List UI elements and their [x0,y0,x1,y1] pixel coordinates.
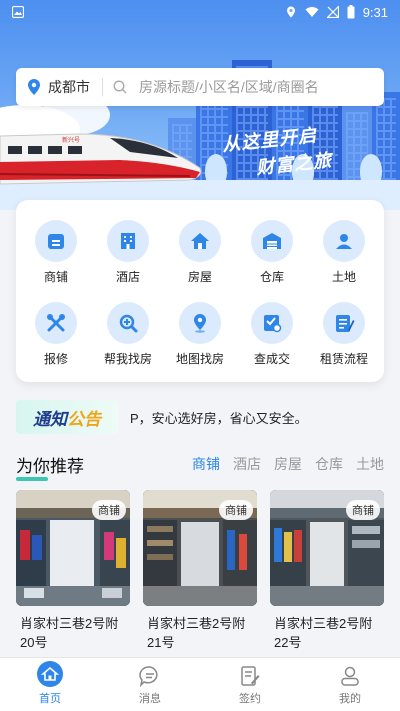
repair-icon [47,314,65,332]
signal-icon [326,6,339,18]
notice-tag-part1: 通知 [33,409,67,429]
house-icon [191,233,209,249]
listing-photo: 商铺 [16,490,130,606]
search-divider [102,78,103,96]
category-grid: 商铺 酒店 房屋 仓库 土地 报修 帮我找房 地图找房 查成交 租赁流程 [16,200,384,382]
category-lease-process[interactable]: 租赁流程 [308,302,380,367]
recommend-tabs: 商铺 酒店 房屋 仓库 土地 [192,454,384,474]
city-selector[interactable]: 成都市 [48,77,90,97]
category-shop[interactable]: 商铺 [20,220,92,285]
location-status-icon [286,6,295,18]
listing-title: 肖家村三巷2号附20号 [20,616,119,650]
category-label: 地图找房 [175,352,224,366]
listing-photo: 商铺 [270,490,384,606]
warehouse-icon [263,233,281,249]
listing-card[interactable]: 商铺 肖家村三巷2号附20号 [16,490,130,652]
train-illustration: 新兴号 [0,133,202,185]
notice-tag-part2: 公告 [67,409,101,429]
category-find-house[interactable]: 帮我找房 [92,302,164,367]
recommend-tab-warehouse[interactable]: 仓库 [315,454,343,474]
train-label: 新兴号 [62,136,80,144]
hotel-icon [121,233,135,249]
tab-label: 签约 [239,693,261,705]
category-label: 报修 [43,352,68,366]
deal-icon [264,315,282,333]
tab-sign[interactable]: 签约 [200,658,300,711]
find-house-icon [119,314,138,333]
recommend-tab-land[interactable]: 土地 [356,454,384,474]
wifi-icon [305,7,319,17]
search-icon [113,80,127,94]
category-label: 房屋 [187,270,212,284]
listing-title: 肖家村三巷2号附21号 [147,616,246,650]
battery-icon [347,5,355,19]
tab-label: 我的 [339,693,361,705]
recommend-tab-shop[interactable]: 商铺 [192,454,220,474]
profile-icon [341,666,359,686]
category-repair[interactable]: 报修 [20,302,92,367]
map-pin-icon [194,314,206,333]
message-icon [139,666,158,687]
location-pin-icon [28,79,40,95]
tab-profile[interactable]: 我的 [300,658,400,711]
status-bar: 9:31 [0,0,400,24]
notice-bar[interactable]: 通知 公告 P，安心选好房，省心又安全。 [16,399,384,435]
search-input[interactable]: 房源标题/小区名/区域/商圈名 [139,77,319,97]
tab-label: 消息 [139,693,161,705]
notice-text: P，安心选好房，省心又安全。 [130,410,308,426]
recommend-tab-house[interactable]: 房屋 [274,454,302,474]
recommend-tab-hotel[interactable]: 酒店 [233,454,261,474]
tab-messages[interactable]: 消息 [100,658,200,711]
lease-process-icon [336,315,355,332]
category-label: 商铺 [43,270,68,284]
tab-label: 首页 [39,693,61,705]
listing-tag: 商铺 [92,500,126,520]
category-label: 仓库 [259,270,284,284]
category-map-search[interactable]: 地图找房 [164,302,236,367]
category-label: 租赁流程 [319,352,368,366]
category-warehouse[interactable]: 仓库 [236,220,308,285]
listing-tag: 商铺 [346,500,380,520]
home-icon [37,661,63,687]
category-label: 查成交 [253,352,290,366]
listing-card[interactable]: 商铺 肖家村三巷2号附21号 [143,490,257,652]
listing-title: 肖家村三巷2号附22号 [274,616,373,650]
notice-tag: 通知 公告 [16,400,118,434]
category-label: 帮我找房 [103,352,152,366]
category-house[interactable]: 房屋 [164,220,236,285]
listing-card[interactable]: 商铺 肖家村三巷2号附22号 [270,490,384,652]
category-label: 土地 [331,270,356,284]
bottom-tab-bar: 首页 消息 签约 我的 [0,657,400,711]
category-check-deals[interactable]: 查成交 [236,302,308,367]
shop-icon [48,234,64,249]
listing-photo: 商铺 [143,490,257,606]
tab-home[interactable]: 首页 [0,658,100,711]
recommend-list: 商铺 肖家村三巷2号附20号 商铺 肖家村三巷2号附21号 商铺 肖家村三巷2号… [16,490,384,652]
land-icon [336,234,352,249]
category-label: 酒店 [115,270,140,284]
category-hotel[interactable]: 酒店 [92,220,164,285]
listing-tag: 商铺 [219,500,253,520]
sign-icon [241,666,260,686]
recommend-header: 为你推荐 商铺 酒店 房屋 仓库 土地 [16,452,384,481]
recommend-title: 为你推荐 [16,452,84,481]
gallery-notification-icon [12,6,24,18]
status-time: 9:31 [362,4,388,20]
search-bar[interactable]: 成都市 房源标题/小区名/区域/商圈名 [16,68,384,106]
category-land[interactable]: 土地 [308,220,380,285]
